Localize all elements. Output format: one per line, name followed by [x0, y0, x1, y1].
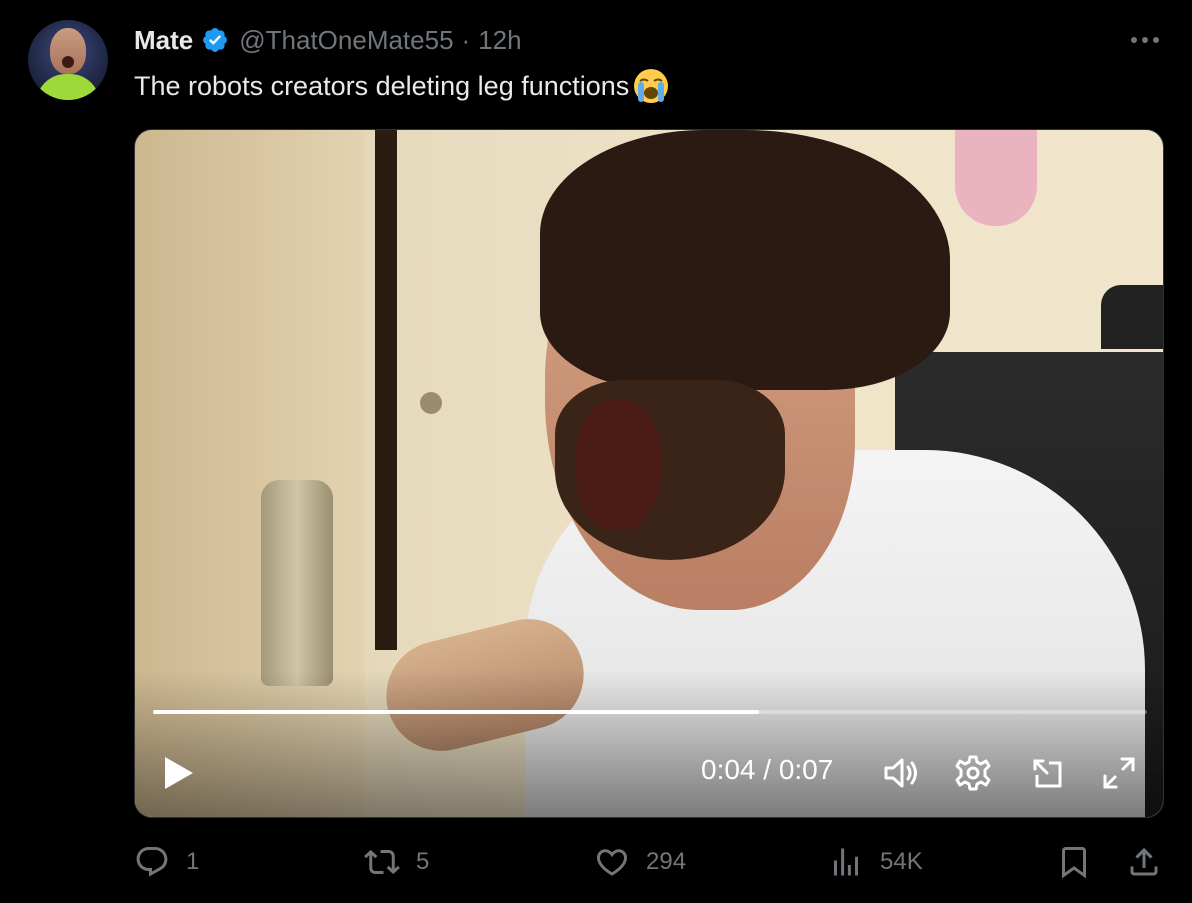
video-timecode: 0:04 / 0:07	[701, 754, 834, 785]
avatar[interactable]	[28, 20, 108, 100]
video-frame-knob	[420, 392, 442, 414]
like-button[interactable]: 294	[594, 840, 686, 884]
tweet-header: Mate @ThatOneMate55 · 12h	[134, 24, 522, 56]
video-frame-poster	[955, 130, 1037, 226]
views-icon	[834, 848, 858, 876]
video-player[interactable]: 0:04 / 0:07	[134, 129, 1164, 818]
bookmark-icon	[1062, 847, 1086, 879]
repost-button[interactable]: 5	[364, 840, 429, 884]
settings-icon[interactable]	[953, 753, 993, 793]
bookmark-button[interactable]	[1056, 840, 1092, 884]
views-button[interactable]: 54K	[828, 840, 923, 884]
views-count: 54K	[880, 848, 923, 875]
tweet: Mate @ThatOneMate55 · 12h The robots cre…	[0, 0, 1192, 903]
reply-icon	[136, 847, 168, 877]
fullscreen-icon[interactable]	[1099, 753, 1139, 793]
loudly-crying-face-icon	[634, 69, 669, 103]
share-icon	[1130, 847, 1158, 876]
video-frame-headrest	[1101, 285, 1163, 349]
author-handle[interactable]: @ThatOneMate55	[239, 25, 453, 56]
tweet-actions: 1 5 294 54K	[134, 840, 1162, 884]
video-controls-shade	[135, 670, 1163, 817]
reply-count: 1	[186, 848, 200, 875]
like-count: 294	[646, 848, 687, 875]
share-button[interactable]	[1126, 840, 1162, 884]
video-frame-hair	[540, 130, 950, 390]
tweet-time[interactable]: 12h	[478, 25, 521, 56]
video-progress-fill	[153, 710, 760, 714]
video-frame-mouth	[575, 400, 661, 530]
play-icon[interactable]	[161, 753, 197, 793]
tweet-text: The robots creators deleting leg functio…	[134, 66, 671, 106]
video-progress-bar[interactable]	[153, 710, 1147, 714]
like-icon	[596, 849, 628, 876]
video-frame-door	[375, 130, 397, 650]
verified-badge-icon[interactable]	[201, 26, 229, 54]
video-frame-can	[261, 480, 333, 686]
repost-icon	[364, 849, 400, 875]
popout-icon[interactable]	[1027, 753, 1067, 793]
avatar-shirt	[36, 74, 100, 100]
tweet-text-content: The robots creators deleting leg functio…	[134, 70, 630, 101]
more-icon[interactable]	[1128, 28, 1162, 52]
author-name[interactable]: Mate	[134, 25, 193, 56]
avatar-mouth	[62, 56, 74, 68]
volume-icon[interactable]	[881, 753, 921, 793]
reply-button[interactable]: 1	[134, 840, 199, 884]
repost-count: 5	[416, 848, 430, 875]
separator: ·	[461, 24, 471, 55]
